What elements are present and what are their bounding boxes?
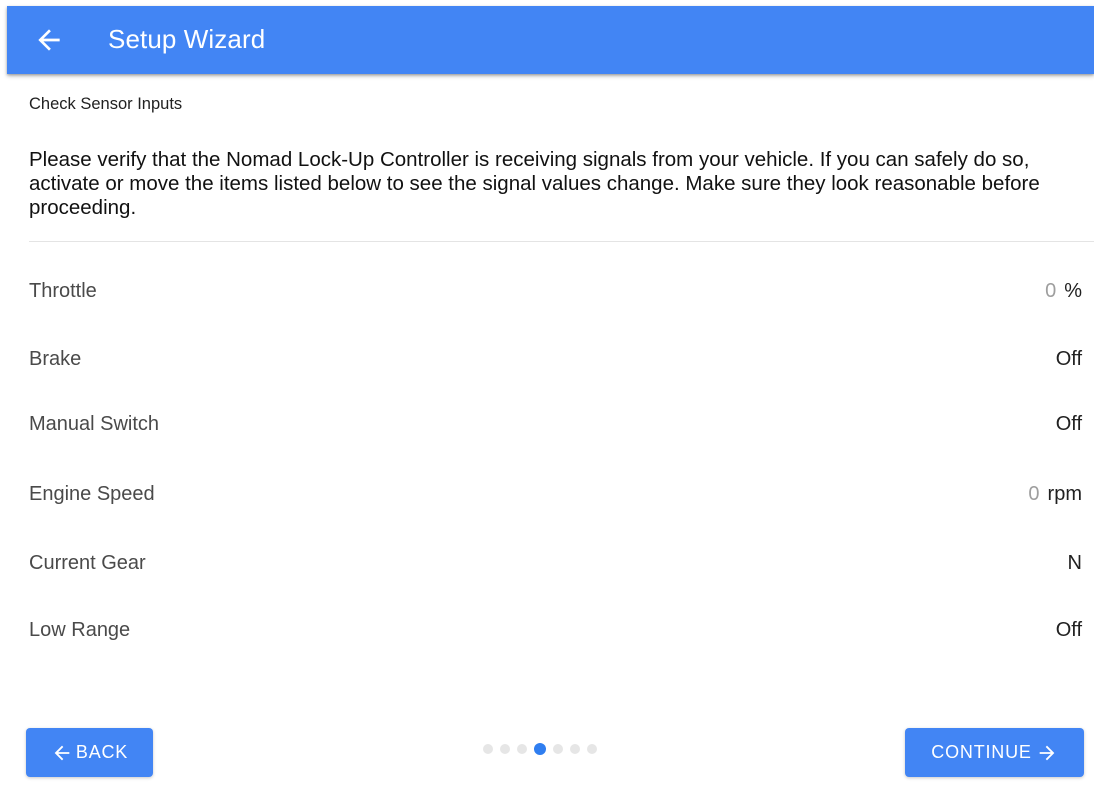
sensor-value: Off bbox=[1055, 618, 1082, 641]
progress-dot bbox=[500, 744, 510, 754]
sensor-value: 0 bbox=[1045, 279, 1057, 302]
sensor-label: Brake bbox=[29, 347, 82, 370]
sensor-label: Engine Speed bbox=[29, 482, 155, 505]
sensor-row-engine-speed: Engine Speed 0 rpm bbox=[29, 479, 1082, 509]
sensor-unit: rpm bbox=[1047, 482, 1082, 505]
sensor-value: Off bbox=[1055, 347, 1082, 370]
wizard-page: Setup Wizard Check Sensor Inputs Please … bbox=[0, 0, 1094, 790]
progress-dot bbox=[587, 744, 597, 754]
sensor-row-manual-switch: Manual Switch Off bbox=[29, 409, 1082, 439]
sensor-label: Current Gear bbox=[29, 551, 146, 574]
sensor-value: Off bbox=[1055, 412, 1082, 435]
back-button[interactable]: BACK bbox=[26, 728, 153, 777]
progress-dot bbox=[517, 744, 527, 754]
sensor-value-group: 0 rpm bbox=[1028, 483, 1082, 506]
sensor-label: Low Range bbox=[29, 618, 131, 641]
app-bar: Setup Wizard bbox=[7, 6, 1094, 74]
sensor-row-current-gear: Current Gear N bbox=[29, 548, 1082, 578]
sensor-value: 0 bbox=[1028, 482, 1040, 505]
progress-dot bbox=[483, 744, 493, 754]
arrow-left-icon bbox=[51, 742, 73, 764]
page-title: Setup Wizard bbox=[108, 24, 266, 54]
arrow-right-icon bbox=[1036, 742, 1058, 764]
progress-dot-active bbox=[534, 743, 546, 755]
sensor-row-low-range: Low Range Off bbox=[29, 615, 1082, 645]
divider bbox=[29, 241, 1094, 242]
continue-button[interactable]: CONTINUE bbox=[905, 728, 1084, 777]
sensor-value: N bbox=[1067, 551, 1082, 574]
sensor-value-group: 0 % bbox=[1045, 280, 1082, 303]
step-description: Please verify that the Nomad Lock-Up Con… bbox=[29, 148, 1040, 219]
arrow-left-icon[interactable] bbox=[33, 24, 65, 56]
step-title: Check Sensor Inputs bbox=[29, 95, 183, 113]
continue-button-label: CONTINUE bbox=[931, 742, 1032, 762]
sensor-row-brake: Brake Off bbox=[29, 344, 1082, 374]
sensor-row-throttle: Throttle 0 % bbox=[29, 276, 1082, 306]
back-button-label: BACK bbox=[75, 742, 129, 762]
sensor-label: Throttle bbox=[29, 279, 97, 302]
sensor-unit: % bbox=[1064, 279, 1082, 302]
progress-dot bbox=[553, 744, 563, 754]
sensor-label: Manual Switch bbox=[29, 412, 160, 435]
progress-dot bbox=[570, 744, 580, 754]
step-progress-dots bbox=[483, 743, 604, 755]
